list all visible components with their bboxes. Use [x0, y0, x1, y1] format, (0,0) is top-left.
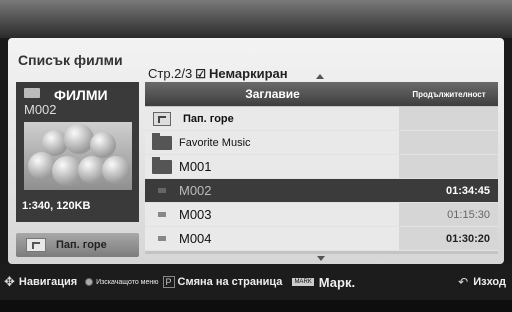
help-navigation-label: Навигация: [18, 276, 78, 288]
help-page-label: Смяна на страница: [177, 276, 283, 288]
row-name: M003: [179, 207, 212, 222]
bottom-help-bar: ✥ Навигация Изскачащото меню P Смяна на …: [0, 264, 512, 300]
preview-filename: M002: [24, 102, 57, 117]
panel-title: Списък филми: [18, 52, 123, 68]
row-name: M004: [179, 231, 212, 246]
table-row[interactable]: M001: [145, 155, 498, 179]
movie-folder-icon: [24, 88, 40, 98]
preview-thumbnail: [24, 122, 132, 190]
help-page-change: P Смяна на страница: [159, 276, 283, 288]
help-mark-label: Марк.: [318, 274, 356, 290]
movie-file-icon: [158, 212, 166, 217]
help-popup-menu: Изскачащото меню: [77, 278, 159, 286]
movie-list-panel: Списък филми Стр.2/3 ☑ Немаркиран ФИЛМИ …: [8, 38, 504, 264]
folder-icon: [152, 156, 172, 174]
folder-icon: [152, 132, 172, 150]
row-duration: 01:34:45: [445, 184, 490, 197]
header-duration: Продължителност: [412, 89, 486, 99]
row-duration: 01:15:30: [447, 208, 490, 221]
page-indicator: Стр.2/3: [148, 66, 193, 81]
preview-card: ФИЛМИ M002 1:340, 120KB: [16, 82, 139, 222]
checkbox-icon: ☑: [195, 66, 207, 81]
table-row[interactable]: Favorite Music: [145, 131, 498, 155]
folder-up-label: Пап. горе: [56, 239, 107, 251]
top-band: [0, 0, 512, 38]
scroll-up-icon[interactable]: [316, 74, 324, 79]
header-title: Заглавие: [245, 87, 300, 101]
back-arrow-icon: ↶: [458, 275, 469, 289]
help-popup-label: Изскачащото меню: [96, 278, 159, 286]
table-rows: Пап. горе Favorite Music M001 M002 01:34…: [145, 107, 498, 251]
table-row-selected[interactable]: M002 01:34:45: [145, 179, 498, 203]
row-name: M002: [179, 183, 212, 198]
up-folder-icon: [153, 111, 171, 126]
row-name: Favorite Music: [179, 136, 251, 149]
page-info: Стр.2/3 ☑ Немаркиран: [148, 66, 288, 81]
row-duration: 01:30:20: [445, 232, 490, 245]
mark-button-icon: MARK: [292, 278, 314, 286]
help-navigation: ✥ Навигация: [4, 274, 77, 290]
movie-file-icon: [158, 188, 166, 193]
p-button-icon: P: [162, 276, 175, 288]
table-row[interactable]: M004 01:30:20: [145, 227, 498, 251]
folder-up-button[interactable]: Пап. горе: [16, 233, 139, 257]
bottom-strip: [0, 300, 512, 312]
filter-label: Немаркиран: [209, 66, 288, 81]
circle-button-icon: [85, 278, 94, 286]
row-name: Пап. горе: [183, 112, 234, 125]
movie-file-icon: [158, 236, 166, 241]
navigation-cross-icon: ✥: [4, 274, 15, 289]
table-row[interactable]: M003 01:15:30: [145, 203, 498, 227]
help-exit: ↶ Изход: [458, 275, 506, 289]
help-mark: MARK Марк.: [282, 275, 355, 290]
table-header: Заглавие Продължителност: [145, 82, 498, 106]
row-name: M001: [179, 159, 212, 174]
folder-up-icon: [26, 238, 46, 252]
help-exit-label: Изход: [473, 276, 506, 288]
table-row[interactable]: Пап. горе: [145, 107, 498, 131]
file-table: Заглавие Продължителност Пап. горе Favor…: [145, 82, 498, 254]
scroll-down-icon[interactable]: [317, 256, 325, 261]
preview-category: ФИЛМИ: [54, 87, 108, 103]
preview-info: 1:340, 120KB: [22, 200, 91, 212]
